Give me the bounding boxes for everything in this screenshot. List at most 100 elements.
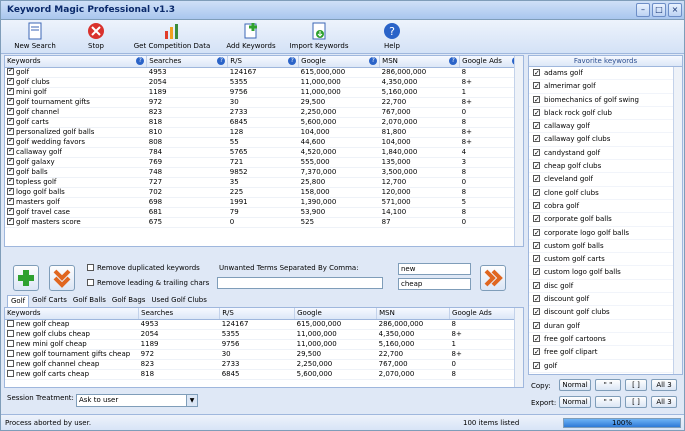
table-row[interactable]: new golf carts cheap 818 6845 5,600,000 2,07… (5, 369, 523, 380)
favorite-item[interactable]: candystand golf (529, 147, 682, 161)
favorite-item[interactable]: cheap golf clubs (529, 160, 682, 174)
favorite-item[interactable]: biomechanics of golf swing (529, 94, 682, 107)
favorite-checkbox[interactable] (533, 133, 540, 146)
results-scrollbar[interactable] (514, 56, 523, 246)
row-checkbox[interactable] (7, 330, 14, 337)
favorite-checkbox[interactable] (533, 173, 540, 186)
copy-normal-button[interactable]: Normal (559, 379, 591, 391)
favorite-checkbox[interactable] (533, 253, 540, 266)
row-checkbox[interactable] (7, 197, 14, 205)
row-checkbox[interactable] (7, 137, 14, 145)
tab-golf[interactable]: Golf (7, 295, 30, 307)
favorite-item[interactable]: custom golf balls (529, 240, 682, 254)
term-new[interactable]: new (398, 263, 471, 275)
get-competition-data-button[interactable]: Get Competition Data (129, 22, 215, 52)
low-header-2[interactable]: R/S (219, 308, 296, 320)
row-checkbox[interactable] (7, 350, 14, 357)
main-header-3[interactable]: Google? (298, 56, 381, 68)
favorite-checkbox[interactable] (533, 360, 540, 373)
table-row[interactable]: golf wedding favors 808 55 44,600 104,000 8+ (5, 137, 523, 148)
table-row[interactable]: new golf tournament gifts cheap 972 30 29,5… (5, 349, 523, 360)
table-row[interactable]: new mini golf cheap 1189 9756 11,000,000 5,1… (5, 339, 523, 350)
row-checkbox[interactable] (7, 147, 14, 155)
table-row[interactable]: golf 4953 124167 615,000,000 286,000,000 8 (5, 67, 523, 78)
table-row[interactable]: golf masters score 675 0 525 87 0 (5, 217, 523, 228)
table-row[interactable]: golf carts 818 6845 5,600,000 2,070,000 8 (5, 117, 523, 128)
help-icon[interactable]: ? (217, 57, 226, 65)
table-row[interactable]: new golf channel cheap 823 2733 2,250,000 76… (5, 359, 523, 370)
export-brackets-button[interactable]: [ ] (625, 396, 647, 408)
row-checkbox[interactable] (7, 97, 14, 105)
row-checkbox[interactable] (7, 107, 14, 115)
row-checkbox[interactable] (7, 340, 14, 347)
favorite-checkbox[interactable] (533, 333, 540, 346)
favorite-checkbox[interactable] (533, 80, 540, 93)
table-row[interactable]: new golf cheap 4953 124167 615,000,000 286,0… (5, 319, 523, 330)
favorite-item[interactable]: almerimar golf (529, 80, 682, 94)
add-button[interactable] (13, 265, 39, 291)
row-checkbox[interactable] (7, 370, 14, 377)
table-row[interactable]: mini golf 1189 9756 11,000,000 5,160,000 1 (5, 87, 523, 98)
favorite-item[interactable]: golf (529, 360, 682, 373)
row-checkbox[interactable] (7, 207, 14, 215)
favorite-item[interactable]: cleveland golf (529, 173, 682, 187)
table-row[interactable]: masters golf 698 1991 1,390,000 571,000 5 (5, 197, 523, 208)
remove-duplicated-checkbox[interactable]: Remove duplicated keywords (87, 264, 200, 272)
favorite-checkbox[interactable] (533, 107, 540, 120)
favorite-item[interactable]: duran golf (529, 320, 682, 333)
favorite-checkbox[interactable] (533, 227, 540, 240)
apply-terms-button[interactable] (480, 265, 506, 291)
copy-brackets-button[interactable]: [ ] (625, 379, 647, 391)
favorite-checkbox[interactable] (533, 320, 540, 333)
low-header-1[interactable]: Searches (138, 308, 221, 320)
session-treatment-select[interactable]: Ask to user ▼ (76, 394, 198, 407)
copy-all3-button[interactable]: All 3 (651, 379, 677, 391)
favorite-checkbox[interactable] (533, 187, 540, 200)
help-icon[interactable]: ? (136, 57, 145, 65)
favorite-checkbox[interactable] (533, 120, 540, 133)
table-row[interactable]: golf balls 748 9852 7,370,000 3,500,000 8 (5, 167, 523, 178)
favorite-checkbox[interactable] (533, 67, 540, 80)
favorite-checkbox[interactable] (533, 280, 540, 293)
favorite-checkbox[interactable] (533, 240, 540, 253)
favorite-item[interactable]: discount golf (529, 293, 682, 307)
row-checkbox[interactable] (7, 360, 14, 367)
favorite-item[interactable]: free golf cartoons (529, 333, 682, 347)
row-checkbox[interactable] (7, 127, 14, 135)
tab-golf-bags[interactable]: Golf Bags (109, 295, 149, 307)
main-header-1[interactable]: Searches? (146, 56, 229, 68)
table-row[interactable]: topless golf 727 35 25,800 12,700 0 (5, 177, 523, 188)
row-checkbox[interactable] (7, 187, 14, 195)
favorite-item[interactable]: callaway golf clubs (529, 133, 682, 147)
new-search-button[interactable]: New Search (9, 22, 61, 52)
tab-used-golf-clubs[interactable]: Used Golf Clubs (148, 295, 209, 307)
keyword-results-table[interactable]: Keywords? Searches? R/S? Google? MSN? Google … (4, 55, 524, 247)
favorite-checkbox[interactable] (533, 293, 540, 306)
favorite-checkbox[interactable] (533, 306, 540, 319)
favorite-item[interactable]: black rock golf club (529, 107, 682, 121)
row-checkbox[interactable] (7, 320, 14, 327)
minimize-button[interactable]: – (636, 3, 650, 17)
export-quotes-button[interactable]: " " (595, 396, 621, 408)
favorite-checkbox[interactable] (533, 160, 540, 173)
maximize-button[interactable]: □ (652, 3, 666, 17)
favorite-checkbox[interactable] (533, 346, 540, 359)
table-row[interactable]: golf tournament gifts 972 30 29,500 22,700 8+ (5, 97, 523, 108)
add-keywords-button[interactable]: Add Keywords (223, 22, 279, 52)
favorite-item[interactable]: callaway golf (529, 120, 682, 134)
favorite-item[interactable]: custom golf carts (529, 253, 682, 267)
import-keywords-button[interactable]: Import Keywords (287, 22, 351, 52)
favorite-item[interactable]: disc golf (529, 280, 682, 294)
help-icon[interactable]: ? (288, 57, 297, 65)
table-row[interactable]: personalized golf balls 810 128 104,000 81,8… (5, 127, 523, 138)
favorite-checkbox[interactable] (533, 266, 540, 279)
row-checkbox[interactable] (7, 87, 14, 95)
main-header-2[interactable]: R/S? (227, 56, 300, 68)
row-checkbox[interactable] (7, 167, 14, 175)
table-row[interactable]: golf channel 823 2733 2,250,000 767,000 0 (5, 107, 523, 118)
favorite-checkbox[interactable] (533, 200, 540, 213)
help-icon[interactable]: ? (369, 57, 378, 65)
favorite-item[interactable]: corporate golf balls (529, 213, 682, 227)
table-row[interactable]: logo golf balls 702 225 158,000 120,000 8 (5, 187, 523, 198)
favorite-item[interactable]: clone golf clubs (529, 187, 682, 200)
